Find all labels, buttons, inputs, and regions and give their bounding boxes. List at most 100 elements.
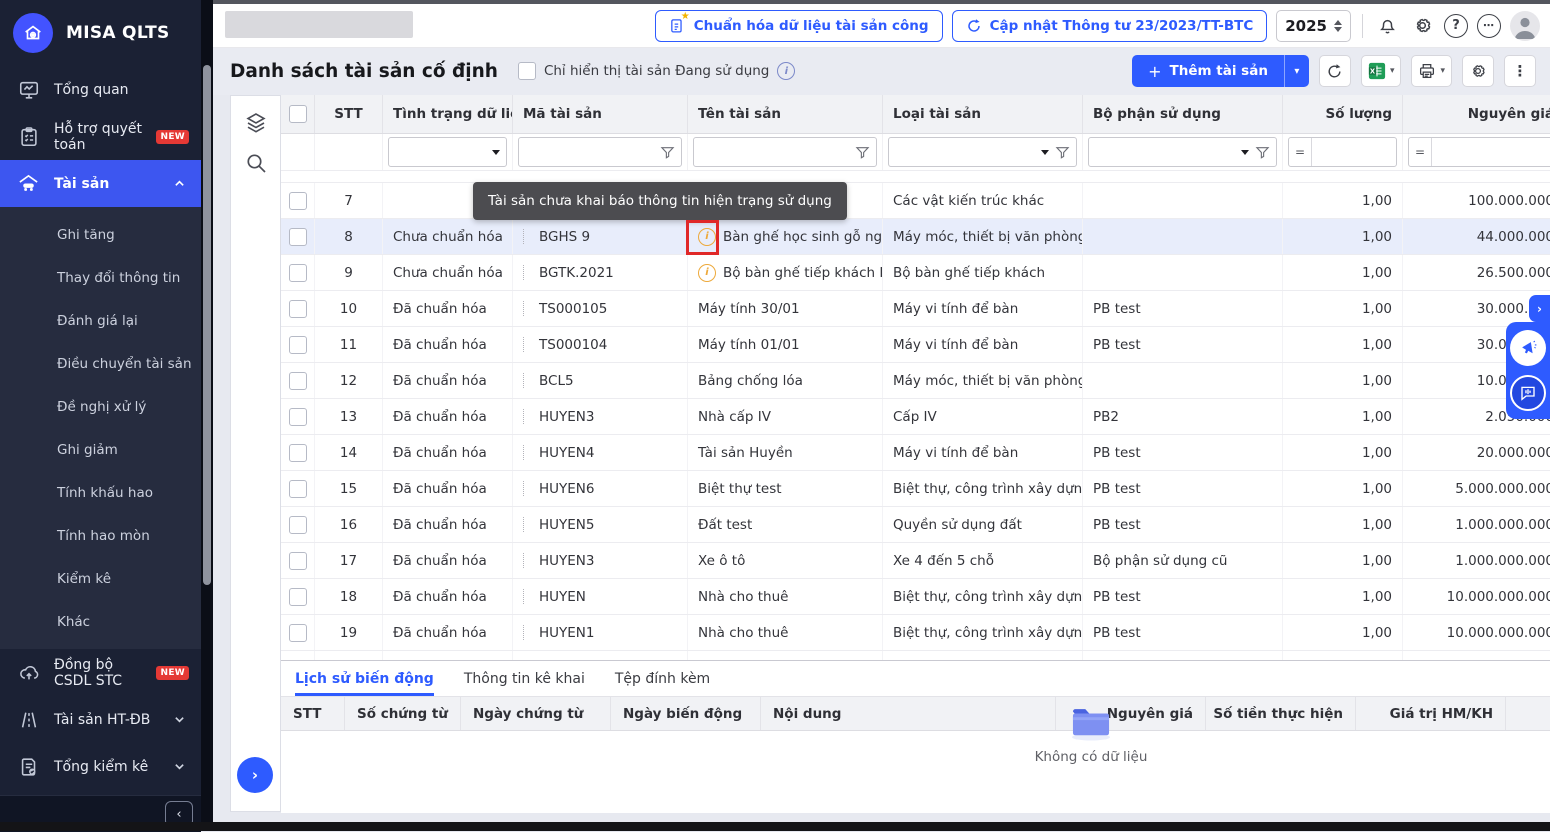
detail-col[interactable]: Số tiền thực hiện	[1206, 697, 1356, 730]
announcement-megaphone-button[interactable]	[1510, 330, 1546, 366]
expand-panel-button[interactable]: ›	[237, 757, 273, 793]
avatar[interactable]	[1510, 11, 1540, 41]
table-row[interactable]: 15 Đã chuẩn hóa HUYEN6 iBiệt thự test Bi…	[281, 471, 1550, 507]
sidebar-submenu-item[interactable]: Khác	[0, 600, 201, 643]
more-icon[interactable]: ⋯	[1477, 14, 1501, 38]
notification-bell-icon[interactable]	[1374, 13, 1400, 39]
filter-bo-phan[interactable]	[1088, 137, 1277, 167]
table-row[interactable]: 9 Chưa chuẩn hóa BGTK.2021 iBộ bàn ghế t…	[281, 255, 1550, 291]
chat-support-button[interactable]	[1510, 375, 1546, 411]
sidebar-submenu-item[interactable]: Đánh giá lại	[0, 299, 201, 342]
table-settings-button[interactable]	[1462, 55, 1494, 87]
funnel-icon[interactable]	[660, 145, 675, 160]
table-row[interactable]: 13 Đã chuẩn hóa HUYEN3 iNhà cấp IV Cấp I…	[281, 399, 1550, 435]
row-checkbox[interactable]	[289, 336, 307, 354]
row-checkbox[interactable]	[289, 372, 307, 390]
col-ma-tai-san[interactable]: Mã tài sản	[513, 95, 688, 133]
row-checkbox[interactable]	[289, 300, 307, 318]
row-checkbox[interactable]	[289, 408, 307, 426]
funnel-icon[interactable]	[1055, 145, 1070, 160]
print-button[interactable]: ▾	[1411, 55, 1452, 87]
table-row[interactable]: 14 Đã chuẩn hóa HUYEN4 iTài sản Huyền Má…	[281, 435, 1550, 471]
funnel-icon[interactable]	[855, 145, 870, 160]
col-so-luong[interactable]: Số lượng	[1283, 95, 1403, 133]
tab-thong-tin-ke-khai[interactable]: Thông tin kê khai	[464, 661, 585, 696]
warning-info-icon[interactable]: i	[698, 264, 716, 282]
detail-col[interactable]: Ngày chứng từ	[461, 697, 611, 730]
add-asset-button[interactable]: + Thêm tài sản	[1132, 55, 1284, 87]
sidebar-submenu-item[interactable]: Ghi giảm	[0, 428, 201, 471]
scrollbar-thumb[interactable]	[203, 65, 211, 585]
table-row[interactable]: 16 Đã chuẩn hóa HUYEN5 iĐất test Quyền s…	[281, 507, 1550, 543]
col-stt[interactable]: STT	[315, 95, 383, 133]
sidebar-submenu-item[interactable]: Thay đổi thông tin	[0, 256, 201, 299]
col-nguyen-gia[interactable]: Nguyên giá	[1403, 95, 1550, 133]
table-row[interactable]: 19 Đã chuẩn hóa HUYEN1 iNhà cho thuê Biệ…	[281, 615, 1550, 651]
tab-tep-dinh-kem[interactable]: Tệp đính kèm	[615, 661, 710, 696]
year-stepper[interactable]	[1334, 20, 1342, 32]
export-excel-button[interactable]: X ▾	[1361, 55, 1402, 87]
row-checkbox[interactable]	[289, 480, 307, 498]
sidebar-submenu-item[interactable]: Điều chuyển tài sản	[0, 342, 201, 385]
sidebar-item-tai-san-ht-db[interactable]: Tài sản HT-ĐB	[0, 696, 201, 743]
table-row[interactable]: 20 Đã chuẩn hóa HUYEN2 iNhà cho thuê Biệ…	[281, 651, 1550, 660]
search-icon[interactable]	[243, 150, 269, 176]
row-checkbox[interactable]	[289, 588, 307, 606]
layers-icon[interactable]	[243, 110, 269, 136]
refresh-button[interactable]	[1319, 55, 1351, 87]
table-row[interactable]: 11 Đã chuẩn hóa TS000104 iMáy tính 01/01…	[281, 327, 1550, 363]
row-checkbox[interactable]	[289, 624, 307, 642]
filter-ten-tai-san[interactable]	[693, 137, 877, 167]
only-in-use-checkbox[interactable]	[518, 62, 536, 80]
detail-col[interactable]: Giá trị HM/KH	[1356, 697, 1506, 730]
sidebar-item-ho-tro-quyet-toan[interactable]: Hỗ trợ quyết toán NEW	[0, 113, 201, 160]
row-checkbox[interactable]	[289, 192, 307, 210]
filter-ma-tai-san[interactable]	[518, 137, 682, 167]
col-ten-tai-san[interactable]: Tên tài sản	[688, 95, 883, 133]
sidebar-item-dong-bo-csdl[interactable]: Đồng bộ CSDL STC NEW	[0, 649, 201, 696]
add-asset-split-button[interactable]: + Thêm tài sản ▾	[1132, 55, 1309, 87]
table-row[interactable]: 8 Chưa chuẩn hóa BGHS 9 iBàn ghế học sin…	[281, 219, 1550, 255]
table-row[interactable]: 10 Đã chuẩn hóa TS000105 iMáy tính 30/01…	[281, 291, 1550, 327]
filter-loai-tai-san[interactable]	[888, 137, 1077, 167]
row-checkbox[interactable]	[289, 552, 307, 570]
table-row[interactable]: 12 Đã chuẩn hóa BCL5 iBảng chống lóa Máy…	[281, 363, 1550, 399]
sidebar-item-tong-quan[interactable]: Tổng quan	[0, 66, 201, 113]
tab-lich-su-bien-dong[interactable]: Lịch sử biến động	[295, 661, 434, 696]
col-bo-phan[interactable]: Bộ phận sử dụng	[1083, 95, 1283, 133]
sidebar-submenu-item[interactable]: Ghi tăng	[0, 213, 201, 256]
detail-col[interactable]: STT	[281, 697, 345, 730]
table-row[interactable]: 18 Đã chuẩn hóa HUYEN iNhà cho thuê Biệt…	[281, 579, 1550, 615]
update-circular-button[interactable]: Cập nhật Thông tư 23/2023/TT-BTC	[952, 10, 1268, 42]
col-tinh-trang[interactable]: Tình trạng dữ liệu	[383, 95, 513, 133]
standardize-data-button[interactable]: ★ Chuẩn hóa dữ liệu tài sản công	[655, 10, 943, 42]
filter-nguyen-gia[interactable]: =	[1408, 137, 1550, 167]
sidebar-submenu-item[interactable]: Kiểm kê	[0, 557, 201, 600]
add-asset-dropdown[interactable]: ▾	[1284, 55, 1309, 87]
table-row[interactable]: 7 itrúc Các vật kiến trúc khác 1,00 100.…	[281, 183, 1550, 219]
info-icon[interactable]: i	[777, 62, 795, 80]
sidebar-submenu-item[interactable]: Tính khấu hao	[0, 471, 201, 514]
funnel-icon[interactable]	[1255, 145, 1270, 160]
detail-col[interactable]: Ngày biến động	[611, 697, 761, 730]
settings-gear-icon[interactable]	[1409, 13, 1435, 39]
row-checkbox[interactable]	[289, 444, 307, 462]
help-icon[interactable]: ?	[1444, 14, 1468, 38]
row-checkbox[interactable]	[289, 228, 307, 246]
more-options-button[interactable]: ⋮	[1504, 55, 1536, 87]
filter-tinh-trang[interactable]	[388, 137, 507, 167]
year-selector[interactable]: 2025	[1276, 10, 1351, 42]
select-all-checkbox[interactable]	[289, 105, 307, 123]
row-checkbox[interactable]	[289, 516, 307, 534]
table-row[interactable]: 17 Đã chuẩn hóa HUYEN3 iXe ô tô Xe 4 đến…	[281, 543, 1550, 579]
row-checkbox[interactable]	[289, 264, 307, 282]
filter-so-luong[interactable]: =	[1288, 137, 1397, 167]
col-loai-tai-san[interactable]: Loại tài sản	[883, 95, 1083, 133]
widget-collapse-tab[interactable]: ›	[1529, 295, 1550, 322]
sidebar-scrollbar[interactable]	[201, 0, 213, 831]
detail-col[interactable]: Số chứng từ	[345, 697, 461, 730]
sidebar-submenu-item[interactable]: Tính hao mòn	[0, 514, 201, 557]
sidebar-item-tong-kiem-ke[interactable]: Tổng kiểm kê	[0, 743, 201, 790]
sidebar-submenu-item[interactable]: Đề nghị xử lý	[0, 385, 201, 428]
sidebar-item-tai-san[interactable]: Tài sản	[0, 160, 201, 207]
